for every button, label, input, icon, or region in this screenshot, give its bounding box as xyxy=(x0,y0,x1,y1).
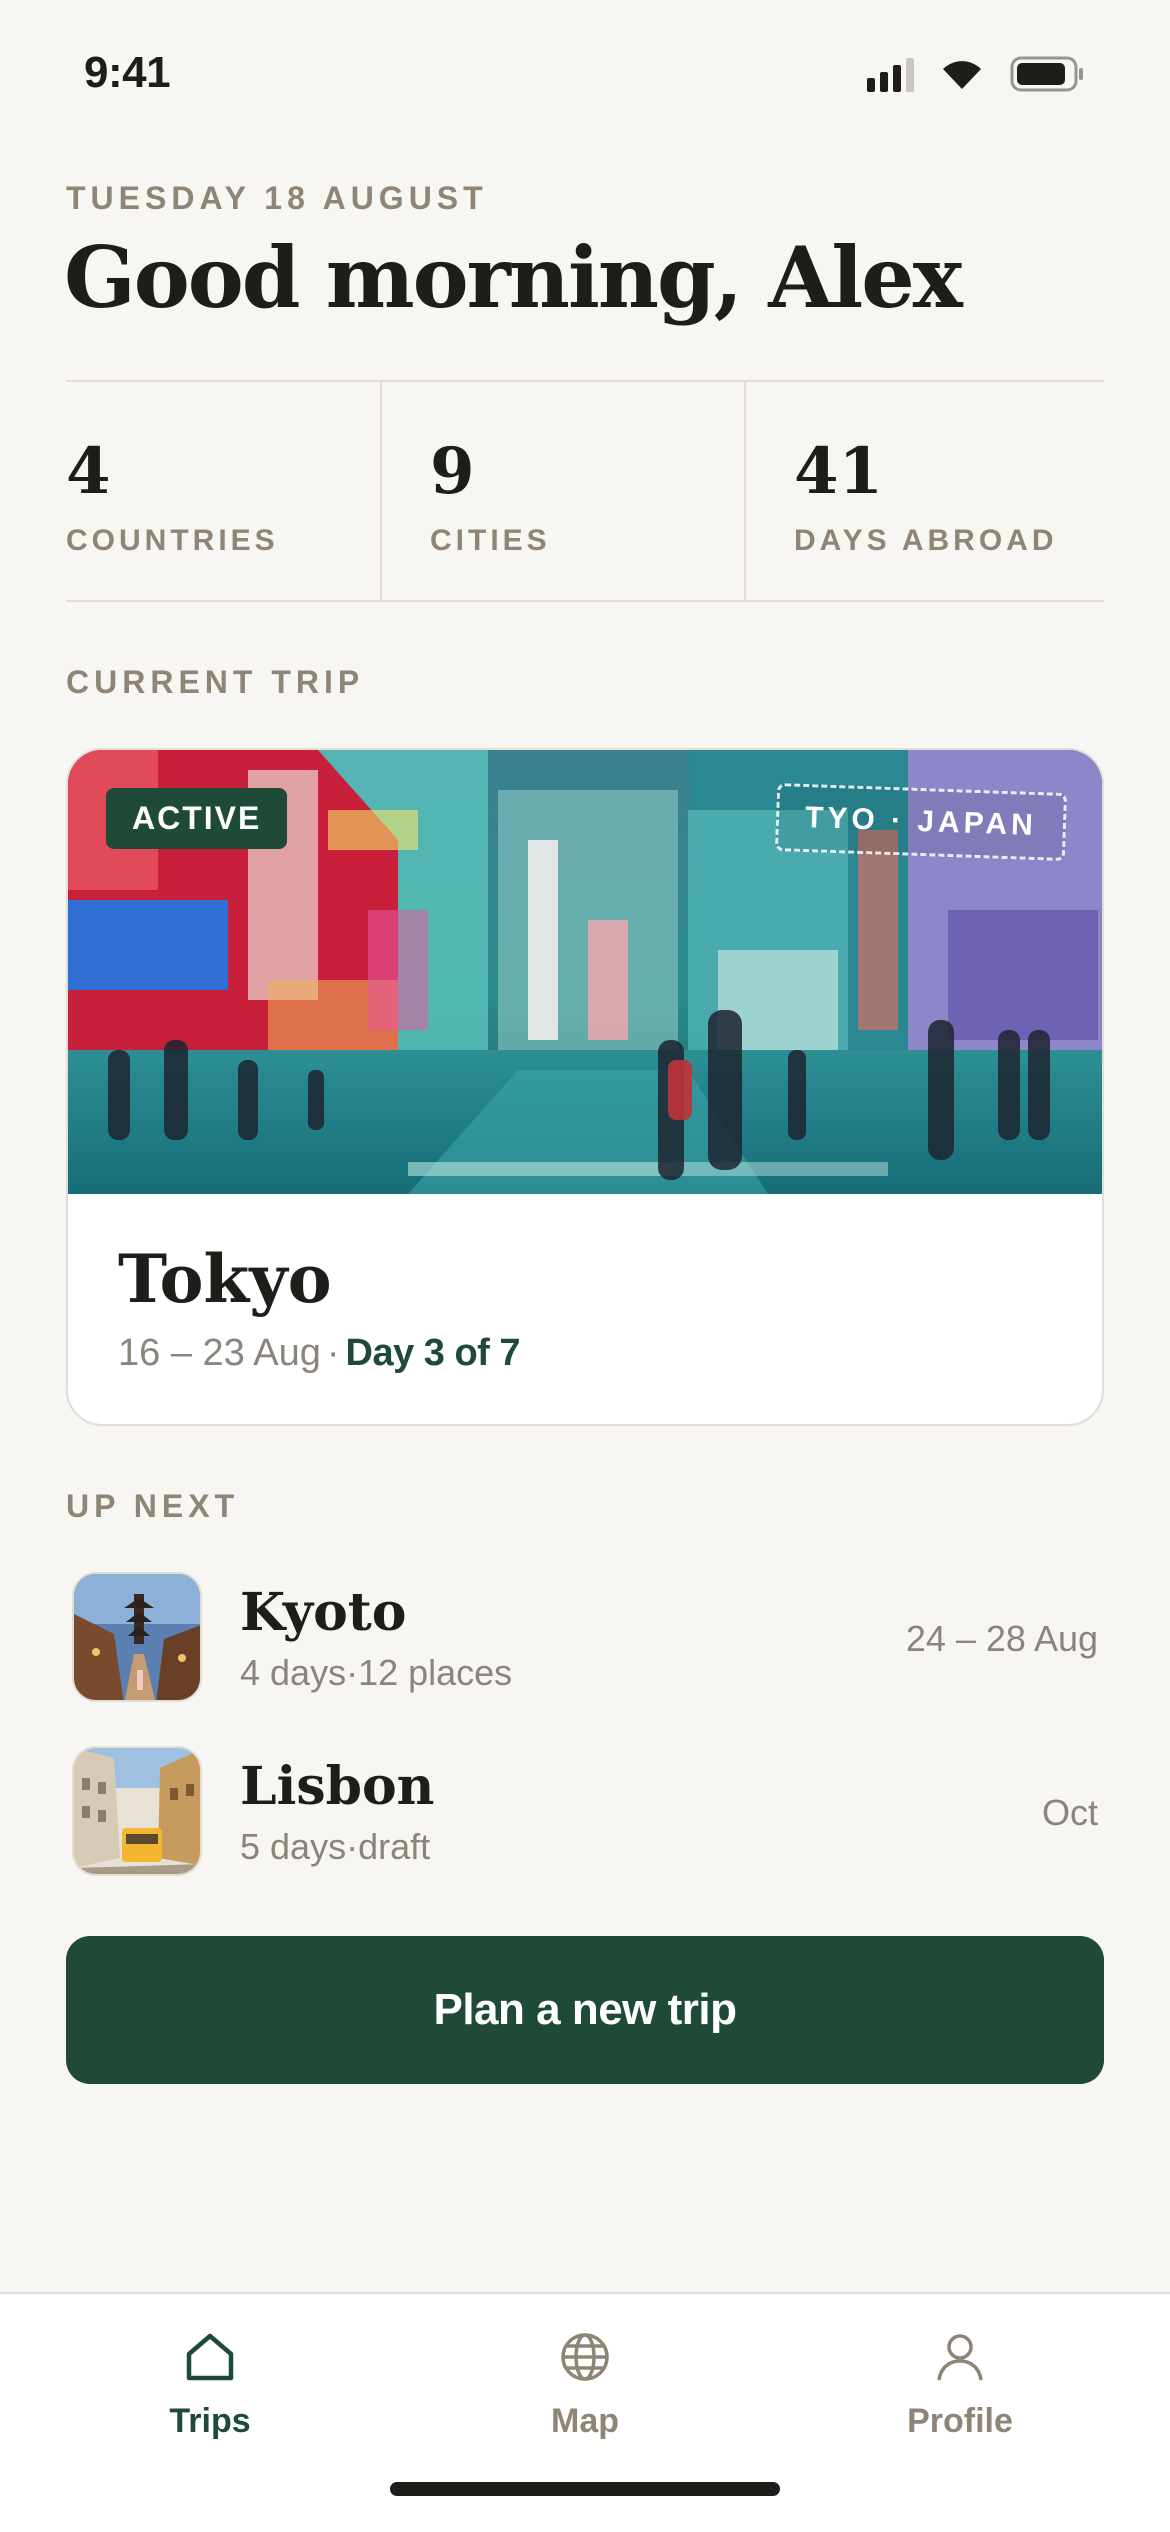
wifi-icon xyxy=(943,61,981,89)
date-label: TUESDAY 18 AUGUST xyxy=(66,180,488,216)
signal-icon xyxy=(867,56,914,92)
status-bar: 9:41 xyxy=(0,0,1170,150)
tokyo-street-photo: ACTIVE TYO · JAPAN xyxy=(68,750,1102,1194)
list-item[interactable]: Lisbon 5 days·draft Oct xyxy=(72,1746,1098,1876)
travel-stats: 4 COUNTRIES 9 CITIES 41 DAYS ABROAD xyxy=(66,380,1104,602)
kyoto-pagoda-photo xyxy=(72,1572,202,1702)
stat-label: DAYS ABROAD xyxy=(794,524,1058,557)
stat-countries: 4 COUNTRIES xyxy=(66,382,380,600)
destination-dates: 24 – 28 Aug xyxy=(905,1618,1098,1659)
trip-dates: 16 – 23 Aug xyxy=(118,1332,321,1374)
status-badge: ACTIVE xyxy=(106,788,288,849)
tab-profile[interactable]: Profile xyxy=(840,2324,1080,2454)
destination-summary: 5 days·draft xyxy=(240,1826,430,1868)
list-item[interactable]: Kyoto 4 days·12 places 24 – 28 Aug xyxy=(72,1572,1098,1702)
plan-new-trip-button[interactable]: Plan a new trip xyxy=(66,1936,1104,2084)
stat-cities: 9 CITIES xyxy=(380,382,744,600)
tab-label: Trips xyxy=(169,2402,251,2440)
stat-label: CITIES xyxy=(430,524,551,557)
tab-trips[interactable]: Trips xyxy=(90,2324,330,2454)
stat-value: 41 xyxy=(794,434,884,509)
destination-name: Lisbon xyxy=(240,1756,435,1817)
trip-city: Tokyo xyxy=(118,1240,332,1318)
destination-name: Kyoto xyxy=(240,1582,407,1643)
stat-value: 4 xyxy=(66,434,111,509)
destination-summary: 4 days·12 places xyxy=(240,1652,512,1694)
destination-dates: Oct xyxy=(1041,1792,1098,1833)
globe-icon xyxy=(558,2324,612,2390)
current-trip-heading: CURRENT TRIP xyxy=(66,664,365,700)
home-icon xyxy=(183,2324,237,2390)
stat-days-abroad: 41 DAYS ABROAD xyxy=(744,382,1104,600)
separator: · xyxy=(346,1652,359,1693)
detail: 12 places xyxy=(358,1652,513,1693)
stat-label: COUNTRIES xyxy=(66,524,279,557)
tab-bar: Trips Map Profile xyxy=(0,2292,1170,2532)
up-next-heading: UP NEXT xyxy=(66,1488,240,1524)
greeting-title: Good morning, Alex xyxy=(64,228,963,327)
detail: draft xyxy=(358,1826,431,1867)
separator: · xyxy=(346,1826,359,1867)
person-icon xyxy=(933,2324,987,2390)
tab-label: Profile xyxy=(907,2402,1013,2440)
tab-label: Map xyxy=(551,2402,619,2440)
location-stamp: TYO · JAPAN xyxy=(775,782,1068,862)
trip-meta: 16 – 23 Aug · Day 3 of 7 xyxy=(118,1332,521,1375)
current-trip-card[interactable]: ACTIVE TYO · JAPAN Tokyo 16 – 23 Aug · Day… xyxy=(66,748,1104,1426)
duration: 5 days xyxy=(240,1826,347,1867)
status-time: 9:41 xyxy=(84,48,171,97)
trip-progress: Day 3 of 7 xyxy=(345,1332,521,1374)
separator: · xyxy=(326,1332,340,1374)
home-indicator[interactable] xyxy=(390,2482,780,2496)
stat-value: 9 xyxy=(430,434,475,509)
duration: 4 days xyxy=(240,1652,347,1693)
battery-icon xyxy=(1010,56,1083,92)
lisbon-tram-photo xyxy=(72,1746,202,1876)
tab-map[interactable]: Map xyxy=(465,2324,705,2454)
status-icons xyxy=(867,56,1086,92)
